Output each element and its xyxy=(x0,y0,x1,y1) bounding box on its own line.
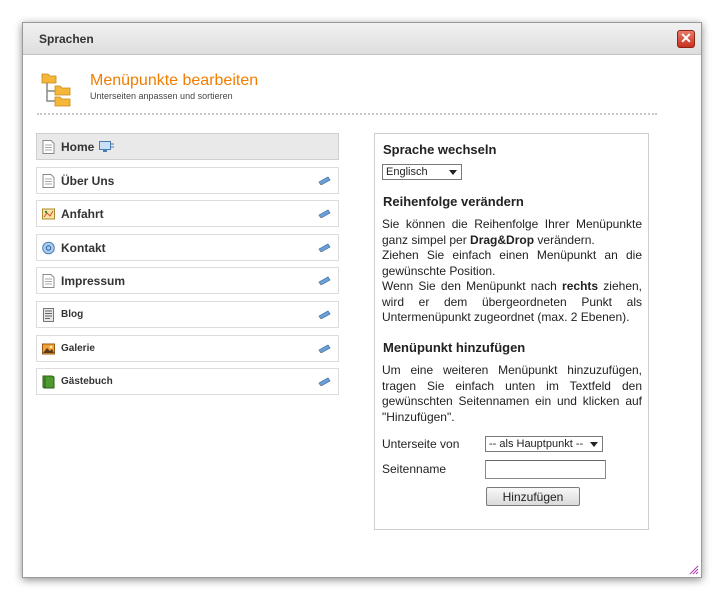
menu-item-galerie[interactable]: Galerie xyxy=(36,334,339,362)
language-heading: Sprache wechseln xyxy=(383,142,497,157)
page-icon xyxy=(42,173,55,188)
gallery-icon xyxy=(42,343,55,355)
drag-handle-icon[interactable] xyxy=(318,209,331,219)
language-select-value: Englisch xyxy=(386,166,428,178)
drag-handle-icon[interactable] xyxy=(318,310,331,319)
order-text: Ziehen Sie einfach einen Menüpunkt an di… xyxy=(382,248,642,278)
menu-item-label: Gästebuch xyxy=(61,376,113,388)
menu-item-label: Blog xyxy=(61,308,84,320)
blog-icon xyxy=(43,307,54,322)
guestbook-icon xyxy=(42,375,55,389)
menu-item-kontakt[interactable]: Kontakt xyxy=(36,233,339,261)
close-button[interactable]: ✕ xyxy=(677,30,695,48)
drag-handle-icon[interactable] xyxy=(318,276,331,286)
drag-handle-icon[interactable] xyxy=(318,344,331,353)
page-name-label: Seitenname xyxy=(382,462,447,476)
parent-label: Unterseite von xyxy=(382,437,460,451)
order-text: verändern. xyxy=(534,232,595,247)
add-instructions: Um eine weiteren Menüpunkt hinzuzufügen,… xyxy=(382,363,642,424)
menu-item-impressum[interactable]: Impressum xyxy=(36,267,339,295)
parent-select-value: -- als Hauptpunkt -- xyxy=(489,438,584,450)
resize-grip-icon[interactable] xyxy=(689,565,699,575)
menu-item-label: Anfahrt xyxy=(61,207,104,222)
page-icon xyxy=(42,140,55,154)
language-select[interactable]: Englisch xyxy=(382,164,462,180)
menu-item-home[interactable]: Home xyxy=(36,133,339,160)
order-instructions: Sie können die Reihenfolge Ihrer Menüpun… xyxy=(382,217,642,326)
page-name-input[interactable] xyxy=(485,460,606,479)
menu-item-label: Kontakt xyxy=(61,240,106,255)
menu-item-label: Impressum xyxy=(61,274,126,289)
add-heading: Menüpunkt hinzufügen xyxy=(383,340,526,355)
order-heading: Reihenfolge verändern xyxy=(383,194,524,209)
order-text-bold: rechts xyxy=(562,279,599,293)
chevron-down-icon xyxy=(590,442,598,447)
parent-select[interactable]: -- als Hauptpunkt -- xyxy=(485,436,603,452)
page-title: Menüpunkte bearbeiten xyxy=(90,72,259,89)
order-text: Wenn Sie den Menüpunkt nach xyxy=(382,279,563,293)
drag-handle-icon[interactable] xyxy=(318,243,331,252)
menu-item-blog[interactable]: Blog xyxy=(36,300,339,328)
order-text-bold: Drag&Drop xyxy=(470,232,535,247)
page-subtitle: Unterseiten anpassen und sortieren xyxy=(90,91,233,101)
menu-item-label: Galerie xyxy=(61,342,95,354)
menu-item-ueber-uns[interactable]: Über Uns xyxy=(36,166,339,194)
page-icon xyxy=(42,274,55,289)
dialog-titlebar[interactable]: Sprachen ✕ xyxy=(23,23,701,55)
menu-item-anfahrt[interactable]: Anfahrt xyxy=(36,200,339,228)
map-icon xyxy=(42,208,55,220)
info-panel: Sprache wechseln Englisch Reihenfolge ve… xyxy=(374,133,649,530)
chevron-down-icon xyxy=(449,170,457,175)
menu-list: Home Über Uns Anfahrt Kontakt Impressum … xyxy=(36,133,339,402)
menu-item-gaestebuch[interactable]: Gästebuch xyxy=(36,368,339,396)
menu-item-label: Home xyxy=(61,140,95,154)
homepage-marker-icon xyxy=(99,141,114,152)
menu-item-label: Über Uns xyxy=(61,173,115,188)
header-divider xyxy=(37,113,657,115)
dialog-title: Sprachen xyxy=(39,32,94,46)
menu-tree-icon xyxy=(41,73,71,107)
dialog-window: Sprachen ✕ Menüpunkte bearbeiten Unterse… xyxy=(22,22,702,578)
contact-icon xyxy=(42,241,55,255)
drag-handle-icon[interactable] xyxy=(318,377,331,387)
drag-handle-icon[interactable] xyxy=(318,176,331,185)
add-button[interactable]: Hinzufügen xyxy=(486,487,580,506)
